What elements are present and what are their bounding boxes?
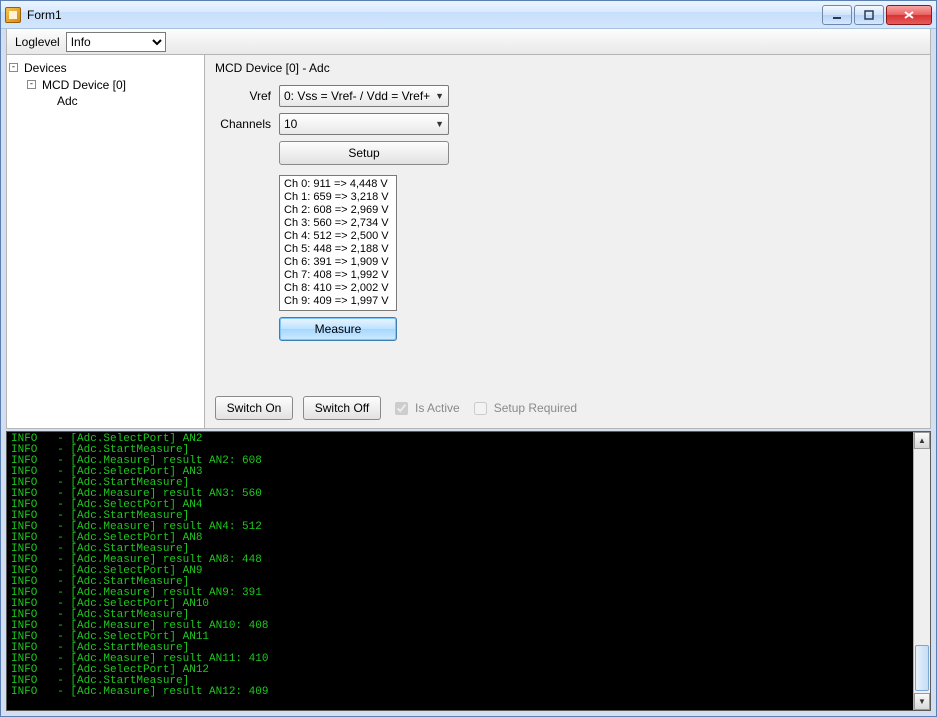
measure-button[interactable]: Measure [279,317,397,341]
window-buttons [820,5,932,25]
result-line: Ch 7: 408 => 1,992 V [284,269,392,282]
log-console[interactable]: INFO - [Adc.SelectPort] AN2 INFO - [Adc.… [7,432,913,710]
switch-off-button[interactable]: Switch Off [303,396,381,420]
setup-row: Setup [215,141,920,165]
result-line: Ch 5: 448 => 2,188 V [284,243,392,256]
switch-on-button[interactable]: Switch On [215,396,293,420]
is-active-input [395,402,408,415]
result-line: Ch 8: 410 => 2,002 V [284,282,392,295]
minimize-icon [832,10,842,20]
scroll-thumb[interactable] [915,645,929,691]
expand-icon[interactable]: - [9,63,18,72]
vref-select[interactable]: 0: Vss = Vref- / Vdd = Vref+ ▼ [279,85,449,107]
vref-value: 0: Vss = Vref- / Vdd = Vref+ [284,89,430,103]
app-icon [5,7,21,23]
scroll-track[interactable] [914,449,930,693]
channels-select[interactable]: 10 ▼ [279,113,449,135]
device-tree[interactable]: -Devices -MCD Device [0] Adc [7,55,205,428]
window-title: Form1 [27,8,62,22]
setup-required-label: Setup Required [494,401,577,415]
is-active-checkbox: Is Active [391,399,460,418]
close-icon [903,10,915,20]
channels-value: 10 [284,117,297,131]
result-line: Ch 9: 409 => 1,997 V [284,295,392,308]
is-active-label: Is Active [415,401,460,415]
measure-row: Measure [215,317,920,341]
loglevel-label: Loglevel [15,35,60,49]
titlebar: Form1 [1,1,936,29]
bottom-controls: Switch On Switch Off Is Active Setup Req… [215,396,920,420]
result-line: Ch 0: 911 => 4,448 V [284,178,392,191]
chevron-down-icon: ▼ [435,91,444,101]
minimize-button[interactable] [822,5,852,25]
result-line: Ch 1: 659 => 3,218 V [284,191,392,204]
channels-row: Channels 10 ▼ [215,113,920,135]
scroll-down-button[interactable]: ▼ [914,693,930,710]
setup-required-checkbox: Setup Required [470,399,577,418]
channels-label: Channels [215,117,271,131]
setup-button[interactable]: Setup [279,141,449,165]
setup-required-input [474,402,487,415]
result-line: Ch 2: 608 => 2,969 V [284,204,392,217]
panel-header: MCD Device [0] - Adc [215,61,920,75]
result-line: Ch 6: 391 => 1,909 V [284,256,392,269]
expand-icon[interactable]: - [27,80,36,89]
tree-device[interactable]: -MCD Device [0] [9,76,202,93]
main-split: -Devices -MCD Device [0] Adc MCD Device … [6,55,931,429]
log-console-wrap: INFO - [Adc.SelectPort] AN2 INFO - [Adc.… [6,431,931,711]
result-line: Ch 4: 512 => 2,500 V [284,230,392,243]
chevron-down-icon: ▼ [435,119,444,129]
toolbar: Loglevel Info [6,29,931,55]
maximize-button[interactable] [854,5,884,25]
scroll-up-button[interactable]: ▲ [914,432,930,449]
loglevel-select[interactable]: Info [66,32,166,52]
content-panel: MCD Device [0] - Adc Vref 0: Vss = Vref-… [205,55,930,428]
results-row: Ch 0: 911 => 4,448 VCh 1: 659 => 3,218 V… [215,171,920,311]
tree-root[interactable]: -Devices [9,59,202,76]
console-scrollbar[interactable]: ▲ ▼ [913,432,930,710]
close-button[interactable] [886,5,932,25]
tree-leaf-adc[interactable]: Adc [9,93,202,110]
vref-label: Vref [215,89,271,103]
maximize-icon [864,10,874,20]
result-line: Ch 3: 560 => 2,734 V [284,217,392,230]
vref-row: Vref 0: Vss = Vref- / Vdd = Vref+ ▼ [215,85,920,107]
app-window: Form1 Loglevel Info -Devices -MCD [0,0,937,717]
results-list: Ch 0: 911 => 4,448 VCh 1: 659 => 3,218 V… [279,175,397,311]
